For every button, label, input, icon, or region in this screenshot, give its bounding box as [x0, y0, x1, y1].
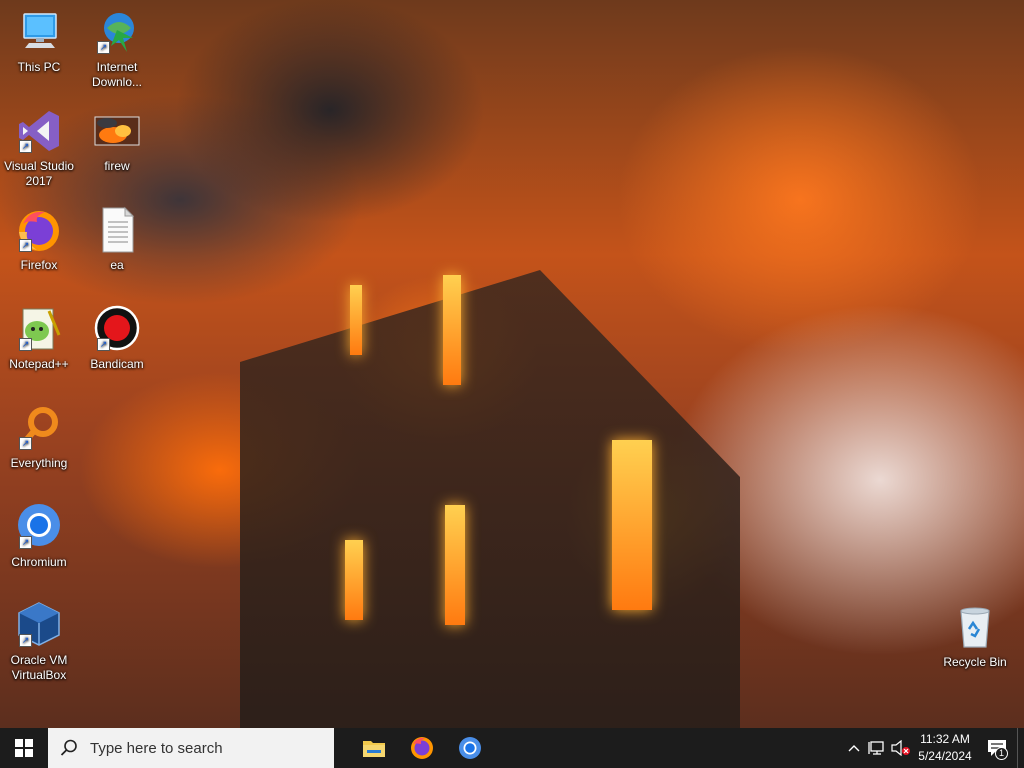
- notification-count-badge: 1: [995, 747, 1008, 760]
- desktop-icon-label: Notepad++: [9, 357, 69, 371]
- windows-logo-icon: [15, 739, 33, 757]
- taskbar-search-box[interactable]: [48, 728, 334, 768]
- desktop-icon-label: Chromium: [11, 555, 67, 569]
- firefox-icon: ↗: [15, 206, 63, 254]
- desktop-icon-label: Internet Downlo...: [91, 60, 143, 89]
- burning-house-image: [240, 270, 740, 728]
- image-thumbnail-icon: [93, 107, 141, 155]
- clock-date: 5/24/2024: [918, 749, 972, 763]
- desktop-icon-internet-download-manager[interactable]: ↗ Internet Downlo...: [78, 8, 156, 90]
- network-icon: [868, 741, 884, 755]
- desktop-icon-label: Bandicam: [90, 357, 144, 371]
- desktop-icon-label: firew: [104, 159, 130, 173]
- desktop-icon-label: Everything: [10, 456, 68, 470]
- action-center-button[interactable]: 1: [977, 728, 1017, 768]
- chevron-up-icon: [848, 745, 860, 752]
- desktop-icon-virtualbox[interactable]: ↗ Oracle VM VirtualBox: [0, 601, 78, 683]
- desktop-icon-label: Recycle Bin: [943, 655, 1007, 669]
- volume-button[interactable]: [889, 728, 913, 768]
- fire-window: [350, 285, 362, 355]
- show-desktop-button[interactable]: [1017, 728, 1024, 768]
- clock[interactable]: 11:32 AM 5/24/2024: [913, 728, 977, 768]
- desktop-icon-label: Firefox: [20, 258, 58, 272]
- desktop-icon-label: Oracle VM VirtualBox: [10, 653, 68, 682]
- visual-studio-icon: ↗: [15, 107, 63, 155]
- bandicam-record-icon: ↗: [93, 305, 141, 353]
- desktop-icon-notepad-plus-plus[interactable]: ↗ Notepad++: [0, 305, 78, 372]
- computer-icon: [15, 8, 63, 56]
- network-status-button[interactable]: [865, 728, 889, 768]
- desktop-icon-firefox[interactable]: ↗ Firefox: [0, 206, 78, 273]
- everything-search-icon: ↗: [15, 404, 63, 452]
- desktop-icon-everything[interactable]: ↗ Everything: [0, 404, 78, 471]
- speaker-muted-icon: [891, 740, 910, 756]
- fire-window: [345, 540, 363, 620]
- text-file-icon: [93, 206, 141, 254]
- desktop-icon-bandicam[interactable]: ↗ Bandicam: [78, 305, 156, 372]
- desktop-icon-firew[interactable]: firew: [78, 107, 156, 174]
- desktop-icon-label: This PC: [17, 60, 61, 74]
- fire-window: [612, 440, 652, 610]
- system-tray: 11:32 AM 5/24/2024 1: [843, 728, 1024, 768]
- virtualbox-icon: ↗: [15, 601, 63, 649]
- search-icon: [60, 739, 77, 756]
- desktop-icon-label: Visual Studio 2017: [4, 159, 74, 188]
- show-hidden-icons-button[interactable]: [843, 728, 865, 768]
- recycle-bin-icon: [951, 603, 999, 651]
- taskbar-firefox[interactable]: [398, 728, 446, 768]
- firefox-icon: [411, 737, 433, 759]
- desktop-icon-ea[interactable]: ea: [78, 206, 156, 273]
- fire-window: [443, 275, 461, 385]
- chromium-icon: [459, 737, 481, 759]
- desktop-icon-chromium[interactable]: ↗ Chromium: [0, 503, 78, 570]
- idm-globe-icon: ↗: [93, 8, 141, 56]
- clock-time: 11:32 AM: [920, 732, 970, 746]
- start-button[interactable]: [0, 728, 48, 768]
- fire-window: [445, 505, 465, 625]
- file-explorer-icon: [363, 741, 385, 757]
- taskbar-chromium[interactable]: [446, 728, 494, 768]
- taskbar-file-explorer[interactable]: [350, 728, 398, 768]
- chromium-icon: ↗: [15, 503, 63, 551]
- desktop-icon-visual-studio[interactable]: ↗ Visual Studio 2017: [0, 107, 78, 189]
- desktop-icon-label: ea: [110, 258, 124, 272]
- taskbar: 11:32 AM 5/24/2024 1: [0, 728, 1024, 768]
- search-input[interactable]: [88, 738, 322, 758]
- notepadpp-icon: ↗: [15, 305, 63, 353]
- desktop-icon-this-pc[interactable]: This PC: [0, 8, 78, 75]
- desktop-icon-recycle-bin[interactable]: Recycle Bin: [936, 603, 1014, 670]
